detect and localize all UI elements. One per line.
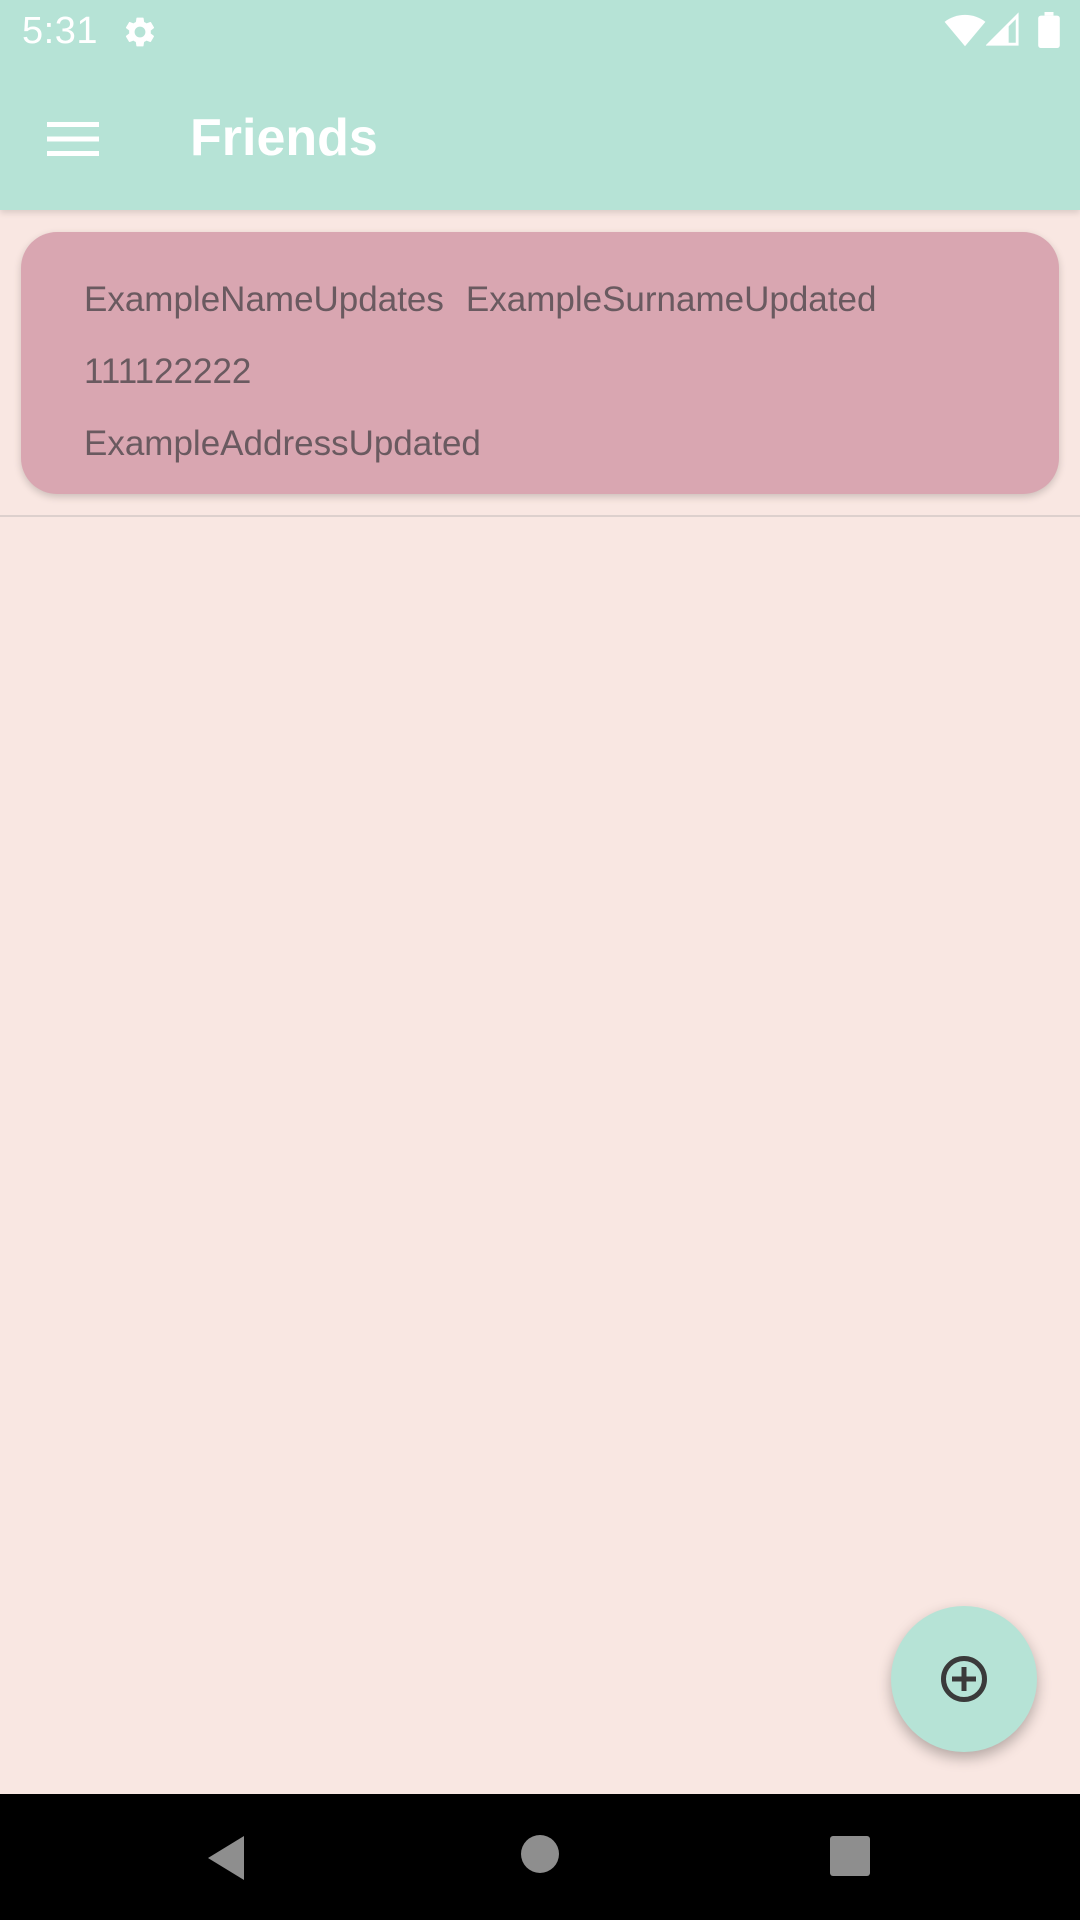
wifi-icon: [944, 14, 986, 47]
gear-icon: [125, 17, 155, 47]
back-icon[interactable]: [204, 1834, 248, 1882]
add-circle-icon: [941, 1656, 987, 1702]
recents-icon[interactable]: [830, 1836, 870, 1876]
hamburger-menu-button[interactable]: [38, 104, 108, 174]
battery-icon: [1038, 12, 1060, 48]
friend-full-name: ExampleNameUpdates ExampleSurnameUpdated: [84, 280, 876, 320]
friend-phone: 111122222: [84, 352, 252, 391]
status-bar: 5:31: [0, 0, 1080, 64]
friend-name: ExampleNameUpdates: [84, 280, 444, 319]
status-time: 5:31: [22, 10, 98, 52]
friend-card[interactable]: ExampleNameUpdates ExampleSurnameUpdated …: [21, 232, 1059, 494]
page-title: Friends: [190, 109, 378, 167]
hamburger-menu-icon: [47, 122, 99, 156]
top-app-bar: 5:31 Friends: [0, 0, 1080, 210]
friends-list: ExampleNameUpdates ExampleSurnameUpdated …: [0, 210, 1080, 1794]
list-divider: [0, 515, 1080, 517]
friend-address: ExampleAddressUpdated: [84, 424, 481, 463]
add-friend-button[interactable]: [891, 1606, 1037, 1752]
system-nav-bar: [0, 1794, 1080, 1920]
cell-signal-icon: [986, 12, 1019, 46]
home-icon[interactable]: [520, 1834, 560, 1874]
friend-surname: ExampleSurnameUpdated: [465, 280, 877, 319]
